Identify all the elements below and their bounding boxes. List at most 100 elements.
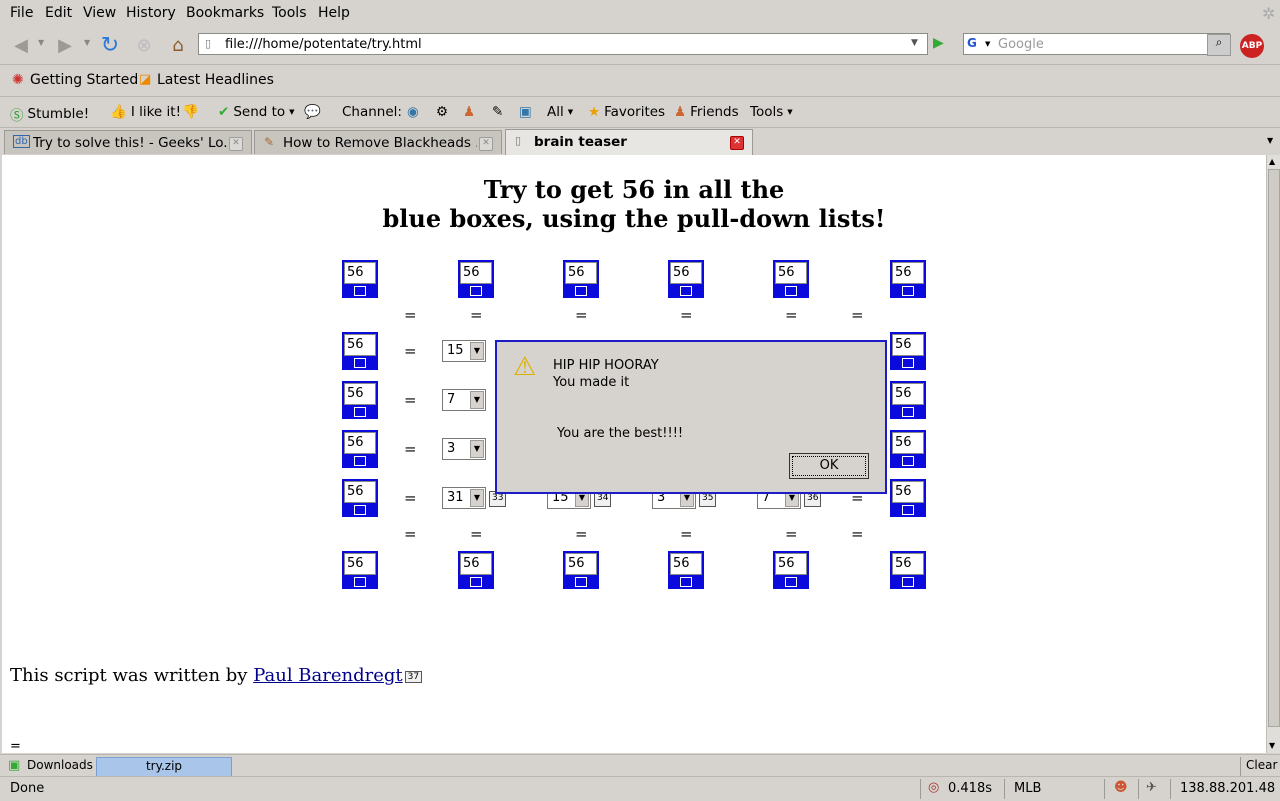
ok-button[interactable]: OK [789, 453, 869, 479]
comment-button[interactable]: 💬 [304, 104, 321, 120]
menu-file[interactable]: File [10, 5, 33, 21]
blue-box: 56 [890, 551, 926, 589]
menu-tools[interactable]: Tools [272, 5, 307, 21]
equals-sign: = [470, 525, 483, 543]
face-icon[interactable]: ☻ [1114, 780, 1128, 795]
tab-label: How to Remove Blackheads ... [283, 135, 477, 151]
people-icon[interactable]: ♟ [463, 104, 475, 120]
friends-button[interactable]: ♟ Friends [674, 104, 739, 120]
blue-box: 56 [458, 260, 494, 298]
box-value: 56 [344, 334, 376, 356]
tab-blackheads[interactable]: ✎ How to Remove Blackheads ... ✕ [254, 130, 502, 154]
blue-box: 56 [773, 260, 809, 298]
forward-dropdown-icon[interactable]: ▼ [84, 38, 90, 47]
chevron-down-icon: ▼ [567, 108, 574, 116]
dislike-button[interactable]: 👎 [182, 104, 199, 120]
number-select[interactable]: 31 ▼ [442, 487, 486, 509]
box-check [902, 456, 914, 466]
tab-list-icon[interactable]: ▼ [1267, 136, 1273, 145]
google-search-engine-icon[interactable]: G [967, 36, 977, 50]
search-input[interactable]: Google [998, 37, 1044, 52]
throbber-icon: ✲ [1262, 4, 1276, 23]
send-to-button[interactable]: ✔ Send to ▼ [218, 104, 295, 120]
favorites-button[interactable]: ★ Favorites [588, 104, 665, 120]
clear-downloads-button[interactable]: Clear [1246, 758, 1277, 772]
equals-sign: = [851, 306, 864, 324]
bookmark-latest-headlines[interactable]: Latest Headlines [157, 72, 274, 88]
like-button[interactable]: 👍 I like it! [110, 104, 181, 120]
blue-box: 56 [773, 551, 809, 589]
box-check [902, 505, 914, 515]
url-text: file:///home/potentate/try.html [225, 37, 422, 52]
box-check [785, 577, 797, 587]
warning-icon: ⚠ [513, 352, 537, 382]
search-engine-dropdown-icon[interactable]: ▼ [985, 40, 990, 48]
footer-text: This script was written by [10, 665, 254, 686]
scroll-down-icon[interactable]: ▼ [1269, 741, 1275, 750]
satellite-icon[interactable]: ✈ [1146, 780, 1157, 795]
page-title-line2: blue boxes, using the pull-down lists! [382, 204, 886, 233]
all-label: All [547, 104, 564, 120]
gear-cluster-icon[interactable]: ⚙ [436, 104, 448, 120]
blue-box: 56 [563, 260, 599, 298]
stumbleupon-toolbar: Ⓢ Stumble! 👍 I like it! 👎 ✔ Send to ▼ 💬 Chan… [0, 96, 1280, 127]
search-icon[interactable]: ⌕ [1207, 34, 1231, 56]
blue-box: 56 [342, 260, 378, 298]
tab-brain-teaser[interactable]: ▯ brain teaser ✕ [505, 129, 753, 155]
go-icon[interactable]: ▶ [933, 35, 944, 51]
search-bar[interactable]: G ▼ Google [963, 33, 1230, 55]
yslow-icon[interactable]: ◎ [928, 780, 939, 795]
blue-box: 56 [890, 430, 926, 468]
navigation-toolbar: ◀ ▼ ▶ ▼ ↻ ⊗ ⌂ ▯ file:///home/potentate/t… [0, 26, 1280, 65]
downloads-label[interactable]: Downloads [27, 758, 93, 772]
vertical-scrollbar[interactable]: ▲ ▼ [1266, 155, 1280, 753]
separator [1104, 779, 1105, 799]
select-value: 7 [447, 392, 456, 407]
number-select[interactable]: 15 ▼ [442, 340, 486, 362]
bookmark-getting-started[interactable]: Getting Started [30, 72, 138, 88]
stop-button[interactable]: ⊗ [131, 32, 157, 58]
chevron-down-icon[interactable]: ▼ [470, 342, 484, 360]
close-tab-icon[interactable]: ✕ [479, 137, 493, 151]
number-select[interactable]: 3 ▼ [442, 438, 486, 460]
back-dropdown-icon[interactable]: ▼ [38, 38, 44, 47]
globe-icon[interactable]: ◉ [407, 104, 419, 120]
author-link[interactable]: Paul Barendregt [253, 665, 402, 686]
menu-edit[interactable]: Edit [45, 5, 72, 21]
download-item[interactable]: try.zip [96, 757, 232, 777]
load-time: 0.418s [948, 781, 992, 796]
chevron-down-icon[interactable]: ▼ [470, 489, 484, 507]
stumble-label: Stumble! [27, 106, 90, 122]
menu-view[interactable]: View [83, 5, 116, 21]
separator [920, 779, 921, 799]
chevron-down-icon[interactable]: ▼ [470, 391, 484, 409]
all-dropdown[interactable]: All ▼ [547, 104, 573, 120]
stumble-button[interactable]: Ⓢ Stumble! [10, 104, 89, 124]
reload-button[interactable]: ↻ [97, 32, 123, 58]
box-check [354, 286, 366, 296]
tag-icon[interactable]: ✎ [492, 104, 503, 120]
home-button[interactable]: ⌂ [165, 32, 191, 58]
menu-help[interactable]: Help [318, 5, 350, 21]
menu-bookmarks[interactable]: Bookmarks [186, 5, 264, 21]
adblock-icon[interactable]: ABP [1240, 34, 1264, 58]
alert-line2: You made it [553, 375, 630, 390]
forward-button[interactable]: ▶ [52, 32, 78, 58]
tools-dropdown[interactable]: Tools ▼ [750, 104, 793, 120]
separator [1170, 779, 1171, 799]
tab-geeks[interactable]: db Try to solve this! - Geeks' Lo... ✕ [4, 130, 252, 154]
box-value: 56 [460, 262, 492, 284]
back-button[interactable]: ◀ [8, 32, 34, 58]
scroll-up-icon[interactable]: ▲ [1269, 157, 1275, 166]
url-bar[interactable]: ▯ file:///home/potentate/try.html ▼ [198, 33, 928, 55]
chevron-down-icon[interactable]: ▼ [470, 440, 484, 458]
alert-dialog: ⚠ HIP HIP HOORAY You made it You are the… [495, 340, 887, 494]
url-dropdown-icon[interactable]: ▼ [911, 38, 918, 48]
menu-history[interactable]: History [126, 5, 176, 21]
video-icon[interactable]: ▣ [519, 104, 532, 120]
number-select[interactable]: 7 ▼ [442, 389, 486, 411]
scroll-thumb[interactable] [1268, 169, 1280, 727]
close-tab-icon[interactable]: ✕ [229, 137, 243, 151]
box-value: 56 [344, 383, 376, 405]
close-tab-icon[interactable]: ✕ [730, 136, 744, 150]
